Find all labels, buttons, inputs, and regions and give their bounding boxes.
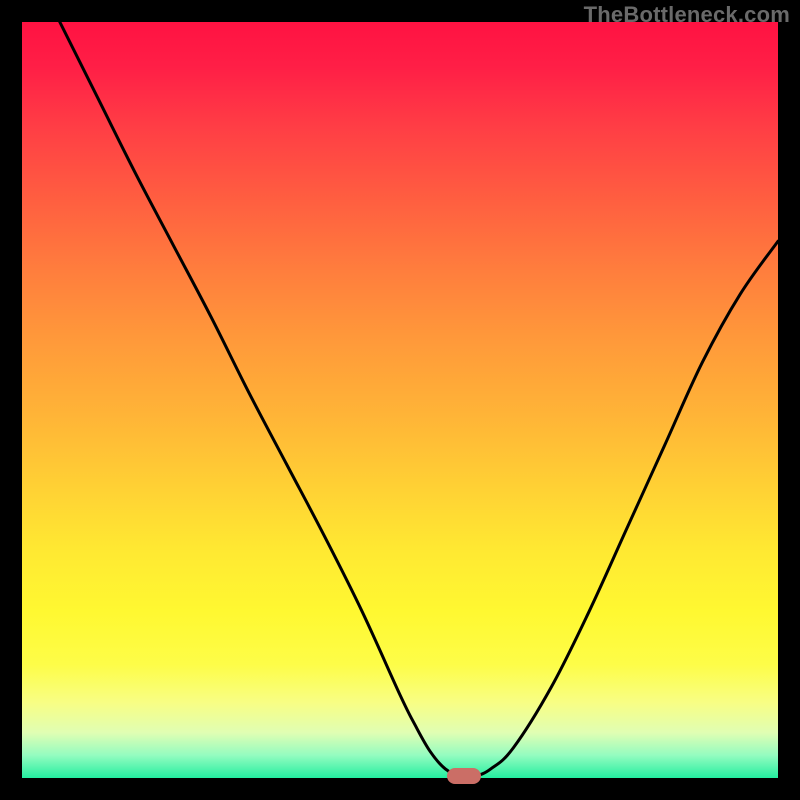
curve-svg [22,22,778,778]
minimum-marker [447,768,481,784]
watermark-text: TheBottleneck.com [584,2,790,28]
bottleneck-curve-line [60,22,778,777]
chart-frame: TheBottleneck.com [0,0,800,800]
plot-area [22,22,778,778]
